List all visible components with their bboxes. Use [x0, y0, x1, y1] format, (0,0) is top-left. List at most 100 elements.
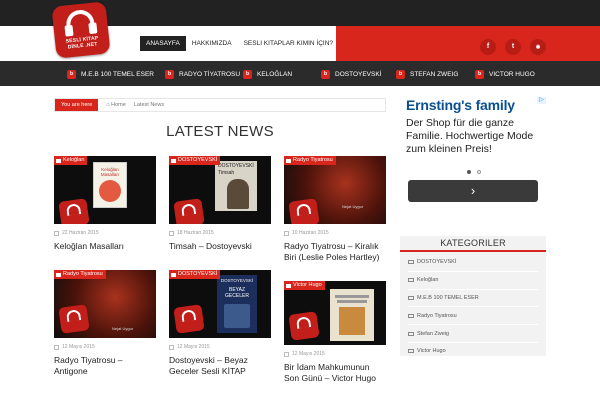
post-thumbnail[interactable]: Nejat Uygur Radyo Tiyatrosu: [284, 156, 386, 224]
post-date: 12 Mayıs 2015: [284, 351, 386, 357]
folder-icon: [56, 158, 61, 163]
category-link[interactable]: M.E.B 100 TEMEL ESER: [408, 290, 538, 308]
thumb-caption: Nejat Uygur: [112, 326, 134, 331]
category-link[interactable]: DOSTOYEVSKİ: [408, 254, 538, 272]
section-title: LATEST NEWS: [166, 123, 274, 140]
ad-pager-dot[interactable]: [467, 170, 471, 174]
post-date-label: 12 Mayıs 2015: [177, 344, 210, 350]
breadcrumb-home-label: Home: [111, 102, 126, 108]
post-category-tag[interactable]: Keloğlan: [54, 156, 88, 165]
post-date: 12 Mayıs 2015: [169, 344, 271, 350]
facebook-icon[interactable]: f: [480, 39, 496, 55]
post-thumbnail[interactable]: DOSTOYEVSKİ BEYAZ GECELER DOSTOYEVSKİ: [169, 270, 271, 338]
ad-next-button[interactable]: ›: [408, 180, 538, 202]
catnav-meb[interactable]: b M.E.B 100 TEMEL ESER: [67, 68, 154, 80]
category-link[interactable]: Radyo Tiyatrosu: [408, 307, 538, 326]
nav-about[interactable]: HAKKIMIZDA: [186, 36, 238, 51]
post-thumbnail[interactable]: Victor Hugo: [284, 281, 386, 345]
post-category-label: Keloğlan: [63, 157, 85, 163]
catnav-radyo[interactable]: b RADYO TİYATROSU: [165, 68, 240, 80]
folder-icon: [408, 313, 414, 318]
nav-home[interactable]: ANASAYFA: [140, 36, 186, 51]
catnav-dostoyevski[interactable]: b DOSTOYEVSKİ: [321, 68, 381, 80]
catnav-keloglan[interactable]: b KELOĞLAN: [243, 68, 292, 80]
post-category-tag[interactable]: Radyo Tiyatrosu: [54, 270, 106, 279]
twitter-icon[interactable]: t: [505, 39, 521, 55]
advertisement[interactable]: ▷ Ernsting's family Der Shop für die gan…: [400, 97, 546, 209]
catnav-stefan-zweig[interactable]: b STEFAN ZWEIG: [396, 68, 458, 80]
category-label: DOSTOYEVSKİ: [417, 259, 457, 266]
book-cover-image: Keloğlan Masalları: [93, 162, 127, 208]
categories-widget: KATEGORILER DOSTOYEVSKİ Keloğlan M.E.B 1…: [400, 236, 546, 361]
post-card[interactable]: DOSTOYEVSKİ Timsah DOSTOYEVSKİ 18 Hazira…: [169, 156, 271, 252]
ad-pager: [464, 170, 484, 174]
category-link[interactable]: Keloğlan: [408, 272, 538, 290]
category-link[interactable]: Stefan Zweig: [408, 325, 538, 343]
post-card[interactable]: Keloğlan Masalları Keloğlan 22 Haziran 2…: [54, 156, 156, 252]
post-title[interactable]: Radyo Tiyatrosu – Antigone: [54, 355, 156, 377]
nav-who-for[interactable]: SESLI KITAPLAR KIMIN İÇIN?: [238, 36, 339, 51]
breadcrumb-home[interactable]: ⌂ Home: [106, 102, 126, 108]
post-card[interactable]: Victor Hugo 12 Mayıs 2015 Bir İdam Mahku…: [284, 281, 386, 384]
post-title[interactable]: Bir İdam Mahkumunun Son Günü – Victor Hu…: [284, 362, 386, 384]
ad-choices-icon[interactable]: ▷: [537, 97, 546, 104]
logo-text: SESLİ KİTAP DİNLE .NET: [65, 35, 99, 51]
header-red-band: [336, 26, 600, 61]
catnav-victor-hugo[interactable]: b VICTOR HUGO: [475, 68, 535, 80]
category-icon: b: [67, 69, 76, 79]
main-nav: ANASAYFA HAKKIMIZDA SESLI KITAPLAR KIMIN…: [140, 36, 339, 51]
post-thumbnail[interactable]: DOSTOYEVSKİ Timsah DOSTOYEVSKİ: [169, 156, 271, 224]
folder-icon: [286, 283, 291, 288]
category-label: Radyo Tiyatrosu: [417, 312, 457, 319]
post-card[interactable]: Nejat Uygur Radyo Tiyatrosu 10 Haziran 2…: [284, 156, 386, 263]
book-cover-title: BEYAZ GECELER: [225, 287, 249, 299]
folder-icon: [171, 158, 176, 163]
post-card[interactable]: Nejat Uygur Radyo Tiyatrosu 12 Mayıs 201…: [54, 270, 156, 377]
post-category-tag[interactable]: DOSTOYEVSKİ: [169, 270, 221, 279]
category-link[interactable]: Victor Hugo: [408, 343, 538, 361]
ad-text: Der Shop für die ganze Familie. Hochwert…: [406, 117, 534, 155]
post-date-label: 12 Mayıs 2015: [292, 351, 325, 357]
category-icon: b: [396, 69, 405, 79]
category-icon: b: [243, 69, 252, 79]
book-cover-title: Timsah: [218, 170, 235, 176]
calendar-icon: [169, 230, 174, 236]
catnav-label: STEFAN ZWEIG: [410, 70, 459, 78]
catnav-label: M.E.B 100 TEMEL ESER: [81, 70, 154, 78]
book-cover-author: DOSTOYEVSKİ: [218, 163, 254, 169]
category-icon: b: [475, 69, 484, 79]
folder-icon: [408, 278, 414, 283]
site-badge-icon: [58, 304, 90, 334]
post-category-label: DOSTOYEVSKİ: [178, 157, 218, 163]
folder-icon: [408, 349, 414, 354]
catnav-label: KELOĞLAN: [257, 70, 293, 78]
post-date-label: 18 Haziran 2015: [177, 230, 214, 236]
post-category-label: Radyo Tiyatrosu: [293, 157, 333, 163]
post-card[interactable]: DOSTOYEVSKİ BEYAZ GECELER DOSTOYEVSKİ 12…: [169, 270, 271, 377]
folder-icon: [286, 158, 291, 163]
post-thumbnail[interactable]: Nejat Uygur Radyo Tiyatrosu: [54, 270, 156, 338]
site-badge-icon: [173, 198, 205, 224]
post-category-tag[interactable]: Radyo Tiyatrosu: [284, 156, 336, 165]
post-title[interactable]: Keloğlan Masalları: [54, 241, 156, 252]
calendar-icon: [284, 351, 289, 357]
post-title[interactable]: Radyo Tiyatrosu – Kiralık Biri (Leslie P…: [284, 241, 386, 263]
site-logo[interactable]: SESLİ KİTAP DİNLE .NET: [51, 1, 111, 59]
post-thumbnail[interactable]: Keloğlan Masalları Keloğlan: [54, 156, 156, 224]
book-cover-image: DOSTOYEVSKİ Timsah: [215, 161, 257, 211]
post-category-tag[interactable]: DOSTOYEVSKİ: [169, 156, 221, 165]
book-cover-image: DOSTOYEVSKİ BEYAZ GECELER: [217, 275, 257, 333]
rss-icon[interactable]: ◉: [530, 39, 546, 55]
ad-headline[interactable]: Ernsting's family: [406, 97, 546, 113]
category-label: M.E.B 100 TEMEL ESER: [417, 294, 479, 301]
catnav-label: VICTOR HUGO: [489, 70, 535, 78]
post-title[interactable]: Dostoyevski – Beyaz Geceler Sesli KİTAP: [169, 355, 271, 377]
breadcrumb-here: You are here: [55, 99, 99, 111]
book-cover-author: DOSTOYEVSKİ: [220, 278, 254, 283]
calendar-icon: [284, 230, 289, 236]
post-title[interactable]: Timsah – Dostoyevski: [169, 241, 271, 252]
post-category-tag[interactable]: Victor Hugo: [284, 281, 325, 290]
folder-icon: [408, 295, 414, 300]
ad-pager-dot[interactable]: [477, 170, 481, 174]
book-cover-image: [330, 289, 374, 341]
